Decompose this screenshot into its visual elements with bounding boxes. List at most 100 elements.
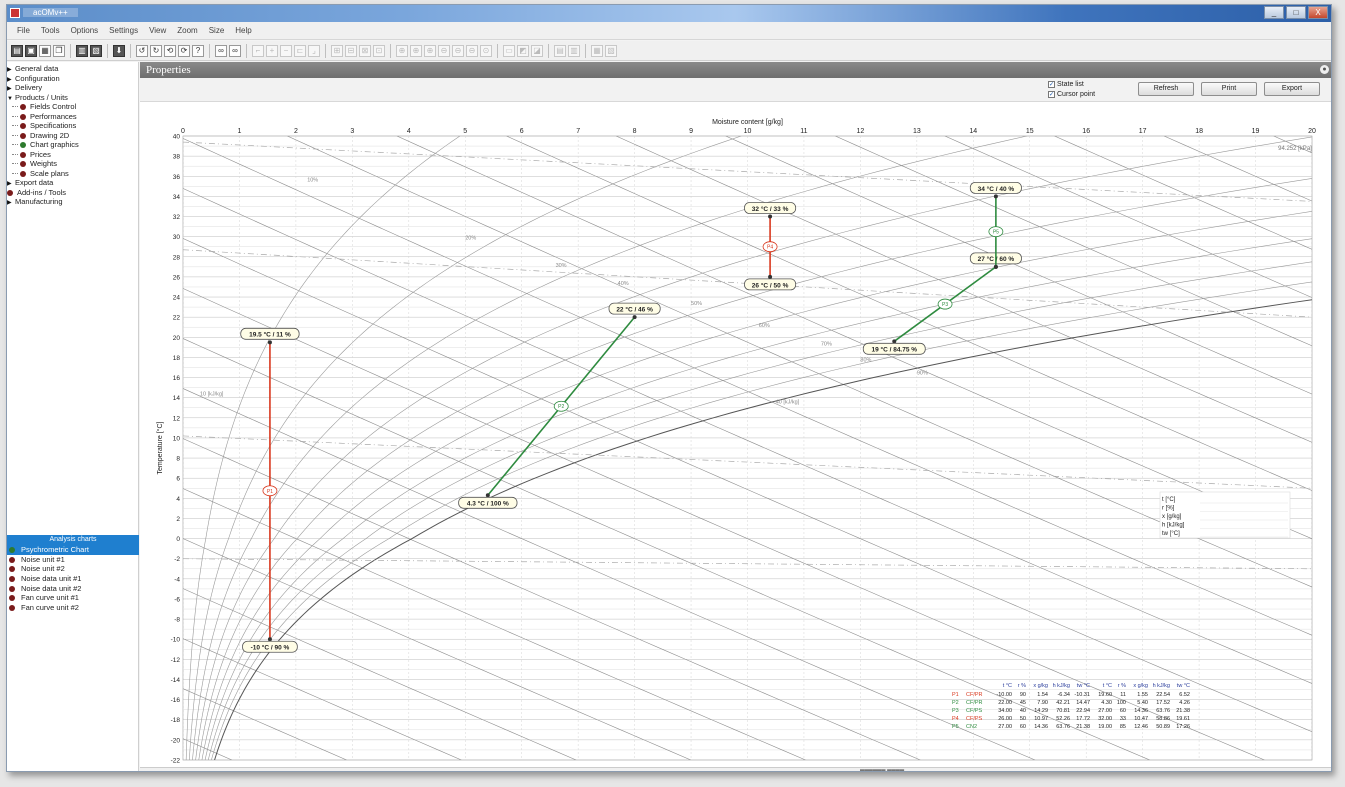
tree-item[interactable]: Performances: [7, 112, 138, 122]
tree-item[interactable]: Weights: [7, 159, 138, 169]
analysis-item[interactable]: Fan curve unit #2: [7, 603, 139, 613]
rotate-left-icon[interactable]: ↺: [136, 44, 148, 57]
view-icon[interactable]: ◩: [517, 44, 529, 57]
tree-item-label: Specifications: [30, 121, 77, 130]
tree-item[interactable]: ▶ Export data: [7, 178, 138, 188]
close-button[interactable]: X: [1308, 6, 1328, 19]
menu-item-options[interactable]: Options: [71, 26, 99, 35]
view-icon[interactable]: ▦: [591, 44, 603, 57]
tree-item[interactable]: Specifications: [7, 121, 138, 131]
state-point: [892, 339, 897, 344]
zoom-icon[interactable]: ⊖: [466, 44, 478, 57]
menu-item-file[interactable]: File: [17, 26, 30, 35]
tree-item[interactable]: ▶ Delivery: [7, 83, 138, 93]
table-cell: 5.40: [1137, 700, 1148, 706]
copy-icon[interactable]: ❐: [53, 44, 65, 57]
x-tick-label: 14: [969, 128, 977, 135]
y-tick-label: 6: [176, 476, 180, 483]
rotate-icon[interactable]: ⟳: [178, 44, 190, 57]
menu-item-zoom[interactable]: Zoom: [177, 26, 197, 35]
tree-item[interactable]: ▶ Manufacturing: [7, 197, 138, 207]
table-cell: 26.00: [998, 716, 1012, 722]
tool-icon[interactable]: ⌟: [308, 44, 320, 57]
folder-icon[interactable]: ▤: [11, 44, 23, 57]
view-icon[interactable]: ▥: [568, 44, 580, 57]
tree-item[interactable]: Add-ins / Tools: [7, 188, 138, 198]
view-icon[interactable]: ◪: [531, 44, 543, 57]
zoom-icon[interactable]: ⊕: [410, 44, 422, 57]
table-cell: 4.26: [1179, 700, 1190, 706]
tree-item[interactable]: ▶ Configuration: [7, 74, 138, 84]
tree-item[interactable]: Fields Control: [7, 102, 138, 112]
tool-icon[interactable]: ⊏: [294, 44, 306, 57]
down-arrow-icon[interactable]: ⬇: [113, 44, 125, 57]
pin-icon[interactable]: ●: [1320, 65, 1329, 74]
analysis-item[interactable]: Psychrometric Chart: [7, 545, 139, 555]
tool-icon[interactable]: −: [280, 44, 292, 57]
help-icon[interactable]: ?: [192, 44, 204, 57]
tree-item[interactable]: ▶ General data: [7, 64, 138, 74]
cursor-point-label: Cursor point: [1057, 91, 1096, 98]
tree-item-label: Drawing 2D: [30, 130, 70, 140]
rotate-icon[interactable]: ⟲: [164, 44, 176, 57]
tree-item[interactable]: Drawing 2D: [7, 131, 138, 141]
menu-item-settings[interactable]: Settings: [109, 26, 138, 35]
bullet-icon: [20, 113, 26, 120]
export-button[interactable]: Export: [1264, 82, 1320, 96]
zoom-icon[interactable]: ⊕: [424, 44, 436, 57]
analysis-item[interactable]: Noise unit #1: [7, 555, 139, 565]
y-tick-label: 32: [173, 214, 181, 221]
analysis-item[interactable]: Noise data unit #2: [7, 584, 139, 594]
print-icon[interactable]: ▥: [76, 44, 88, 57]
grid-icon[interactable]: ⊟: [345, 44, 357, 57]
rotate-right-icon[interactable]: ↻: [150, 44, 162, 57]
tree-item[interactable]: Chart graphics: [7, 140, 138, 150]
print-setup-icon[interactable]: ▧: [90, 44, 102, 57]
refresh-button[interactable]: Refresh: [1138, 82, 1194, 96]
state-point-label: 19.5 °C / 11 %: [249, 331, 291, 339]
zoom-icon[interactable]: ⊖: [438, 44, 450, 57]
tool-icon[interactable]: ⌐: [252, 44, 264, 57]
grid-icon[interactable]: ⊞: [331, 44, 343, 57]
state-list-checkbox[interactable]: ✓ State list: [1048, 81, 1084, 88]
link-icon[interactable]: ∞: [229, 44, 241, 57]
view-icon[interactable]: ▤: [554, 44, 566, 57]
menu-item-size[interactable]: Size: [209, 26, 225, 35]
x-tick-label: 5: [463, 128, 467, 135]
tree-item[interactable]: Scale plans: [7, 169, 138, 179]
psychrometric-chart[interactable]: 10% 20% 30% 40% 50% 60% 70% 80% 90% 94.252 [kPa] 4…: [152, 114, 1320, 769]
state-point-label: 22 °C / 46 %: [616, 306, 653, 314]
y-tick-label: 18: [173, 355, 181, 362]
zoom-icon[interactable]: ⊕: [396, 44, 408, 57]
link-icon[interactable]: ∞: [215, 44, 227, 57]
menu-item-tools[interactable]: Tools: [41, 26, 60, 35]
tool-icon[interactable]: +: [266, 44, 278, 57]
grid-icon[interactable]: ⊡: [373, 44, 385, 57]
table-cell: 40: [1020, 708, 1026, 714]
cursor-field-label: h [kJ/kg]: [1162, 523, 1185, 529]
table-cell: 17.26: [1176, 724, 1190, 730]
analysis-item[interactable]: Fan curve unit #1: [7, 593, 139, 603]
view-icon[interactable]: ▭: [503, 44, 515, 57]
title-bar[interactable]: acOMv++ _ □ X: [7, 5, 1331, 22]
view-icon[interactable]: ▧: [605, 44, 617, 57]
app-icon: [10, 8, 20, 18]
cursor-point-checkbox[interactable]: ✓ Cursor point: [1048, 91, 1095, 98]
grid-icon[interactable]: ⊠: [359, 44, 371, 57]
tree-item[interactable]: Prices: [7, 150, 138, 160]
x-tick-label: 2: [294, 128, 298, 135]
save-icon[interactable]: ▣: [25, 44, 37, 57]
zoom-icon[interactable]: ⊙: [480, 44, 492, 57]
analysis-item[interactable]: Noise unit #2: [7, 564, 139, 574]
y-tick-label: 28: [173, 254, 181, 261]
tree-item[interactable]: ▼ Products / Units: [7, 93, 138, 103]
state-point: [267, 340, 272, 345]
zoom-icon[interactable]: ⊖: [452, 44, 464, 57]
analysis-item[interactable]: Noise data unit #1: [7, 574, 139, 584]
minimize-button[interactable]: _: [1264, 6, 1284, 19]
menu-item-view[interactable]: View: [149, 26, 166, 35]
print-preview-icon[interactable]: ▦: [39, 44, 51, 57]
print-button[interactable]: Print: [1201, 82, 1257, 96]
maximize-button[interactable]: □: [1286, 6, 1306, 19]
menu-item-help[interactable]: Help: [235, 26, 251, 35]
